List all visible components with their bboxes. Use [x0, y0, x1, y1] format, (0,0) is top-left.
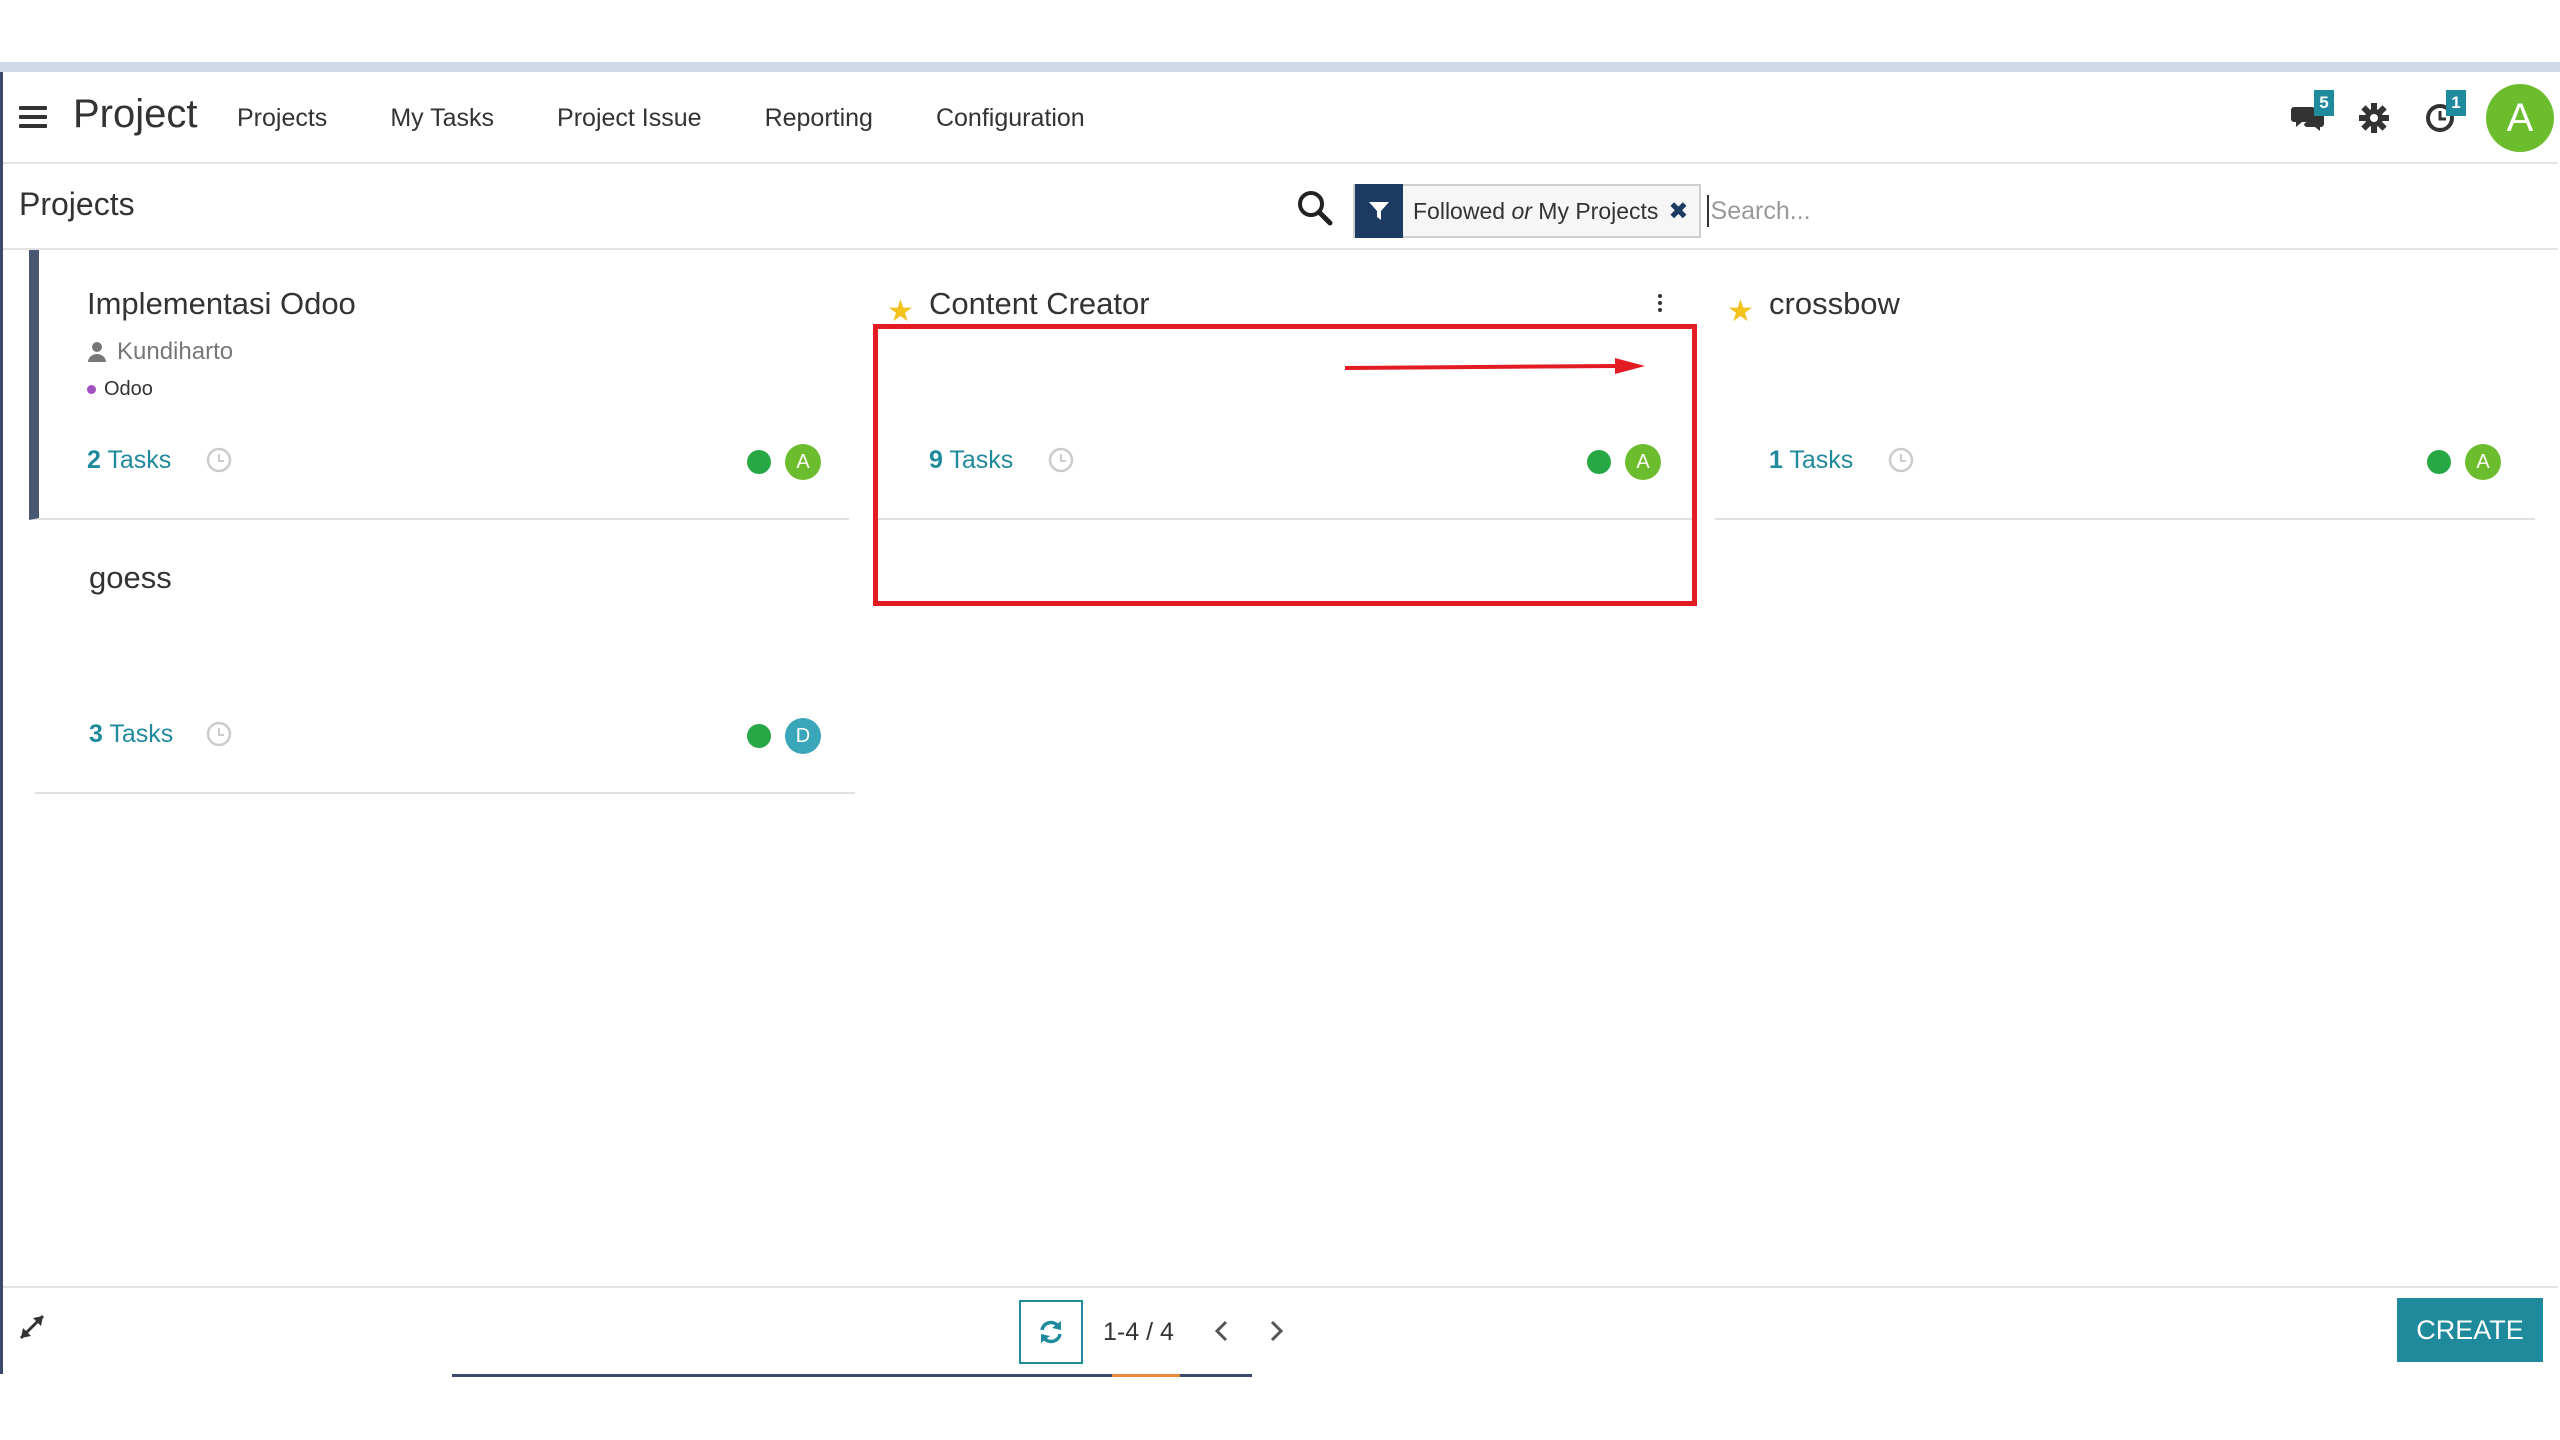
project-manager: Kundiharto: [87, 338, 233, 366]
chevron-left-icon[interactable]: [1207, 1316, 1237, 1346]
systray: 5 1 A: [2288, 82, 2558, 154]
assignee-avatar: D: [785, 718, 821, 754]
menu-item-configuration[interactable]: Configuration: [936, 104, 1085, 133]
project-name: goess: [89, 560, 172, 595]
facet-label: Followed or My Projects: [1413, 197, 1659, 224]
bottom-control-bar: 1-4 / 4 CREATE: [3, 1286, 2558, 1374]
top-border-strip: [0, 62, 2560, 72]
project-tag: Odoo: [87, 378, 153, 401]
favorite-star-icon[interactable]: ★: [887, 294, 914, 329]
activity-clock-icon[interactable]: [1047, 446, 1075, 474]
assignee-avatar: A: [2465, 444, 2501, 480]
app-window: Project Projects My Tasks Project Issue …: [0, 72, 2558, 1374]
activity-clock-icon[interactable]: [1887, 446, 1915, 474]
project-name: Content Creator: [929, 286, 1150, 321]
menu-item-my-tasks[interactable]: My Tasks: [390, 104, 494, 133]
menu-item-reporting[interactable]: Reporting: [765, 104, 873, 133]
project-card[interactable]: Implementasi Odoo Kundiharto Odoo 2 Task…: [29, 250, 849, 520]
expand-icon[interactable]: [17, 1312, 47, 1342]
assignee-avatar: A: [785, 444, 821, 480]
messages-button[interactable]: 5: [2288, 90, 2334, 138]
menu-item-project-issue[interactable]: Project Issue: [557, 104, 702, 133]
create-button[interactable]: CREATE: [2397, 1298, 2543, 1362]
project-card[interactable]: ★ crossbow 1 Tasks A: [1715, 250, 2535, 520]
gear-icon: [2359, 103, 2389, 133]
activity-clock-icon[interactable]: [205, 446, 233, 474]
control-panel: Projects Followed or My Projects ✖: [3, 164, 2558, 250]
tasks-link[interactable]: 9 Tasks: [929, 446, 1013, 475]
menu-toggle-icon[interactable]: [19, 106, 47, 128]
pager-value[interactable]: 1-4 / 4: [1103, 1318, 1174, 1347]
bottom-border-accent-orange: [1112, 1374, 1180, 1377]
app-title: Project: [73, 92, 198, 136]
settings-button[interactable]: [2354, 98, 2394, 138]
assignee-avatar: A: [1625, 444, 1661, 480]
breadcrumb: Projects: [19, 186, 135, 222]
favorite-star-icon[interactable]: ★: [1727, 294, 1754, 329]
status-dot[interactable]: [747, 724, 771, 748]
annotation-arrow-icon: [1345, 358, 1645, 374]
search-icon[interactable]: [1295, 188, 1335, 228]
status-dot[interactable]: [747, 450, 771, 474]
refresh-button[interactable]: [1019, 1300, 1083, 1364]
filter-icon: [1355, 184, 1403, 238]
messages-badge: 5: [2314, 90, 2334, 116]
kanban-view: Implementasi Odoo Kundiharto Odoo 2 Task…: [3, 250, 2558, 1274]
user-avatar[interactable]: A: [2486, 84, 2554, 152]
search-input[interactable]: [1706, 195, 2213, 227]
project-name: Implementasi Odoo: [87, 286, 356, 321]
top-menu: Projects My Tasks Project Issue Reportin…: [237, 104, 1148, 133]
menu-item-projects[interactable]: Projects: [237, 104, 327, 133]
card-dropdown-menu-icon[interactable]: [1655, 294, 1665, 320]
tasks-link[interactable]: 1 Tasks: [1769, 446, 1853, 475]
status-dot[interactable]: [1587, 450, 1611, 474]
project-card[interactable]: ★ Content Creator 9 Tasks A: [875, 250, 1695, 520]
status-dot[interactable]: [2427, 450, 2451, 474]
activity-clock-icon[interactable]: [205, 720, 233, 748]
main-navbar: Project Projects My Tasks Project Issue …: [3, 72, 2558, 164]
facet-remove-icon[interactable]: ✖: [1666, 197, 1698, 226]
activities-badge: 1: [2446, 90, 2466, 116]
tasks-link[interactable]: 2 Tasks: [87, 446, 171, 475]
project-card[interactable]: goess 3 Tasks D: [35, 524, 855, 794]
refresh-icon: [1040, 1320, 1062, 1344]
chevron-right-icon[interactable]: [1261, 1316, 1291, 1346]
activities-button[interactable]: 1: [2420, 90, 2466, 138]
search-facet-filter[interactable]: Followed or My Projects ✖: [1353, 184, 1701, 238]
user-icon: [88, 342, 106, 362]
search-bar: Followed or My Projects ✖: [1353, 184, 2560, 238]
project-name: crossbow: [1769, 286, 1900, 321]
tasks-link[interactable]: 3 Tasks: [89, 720, 173, 749]
